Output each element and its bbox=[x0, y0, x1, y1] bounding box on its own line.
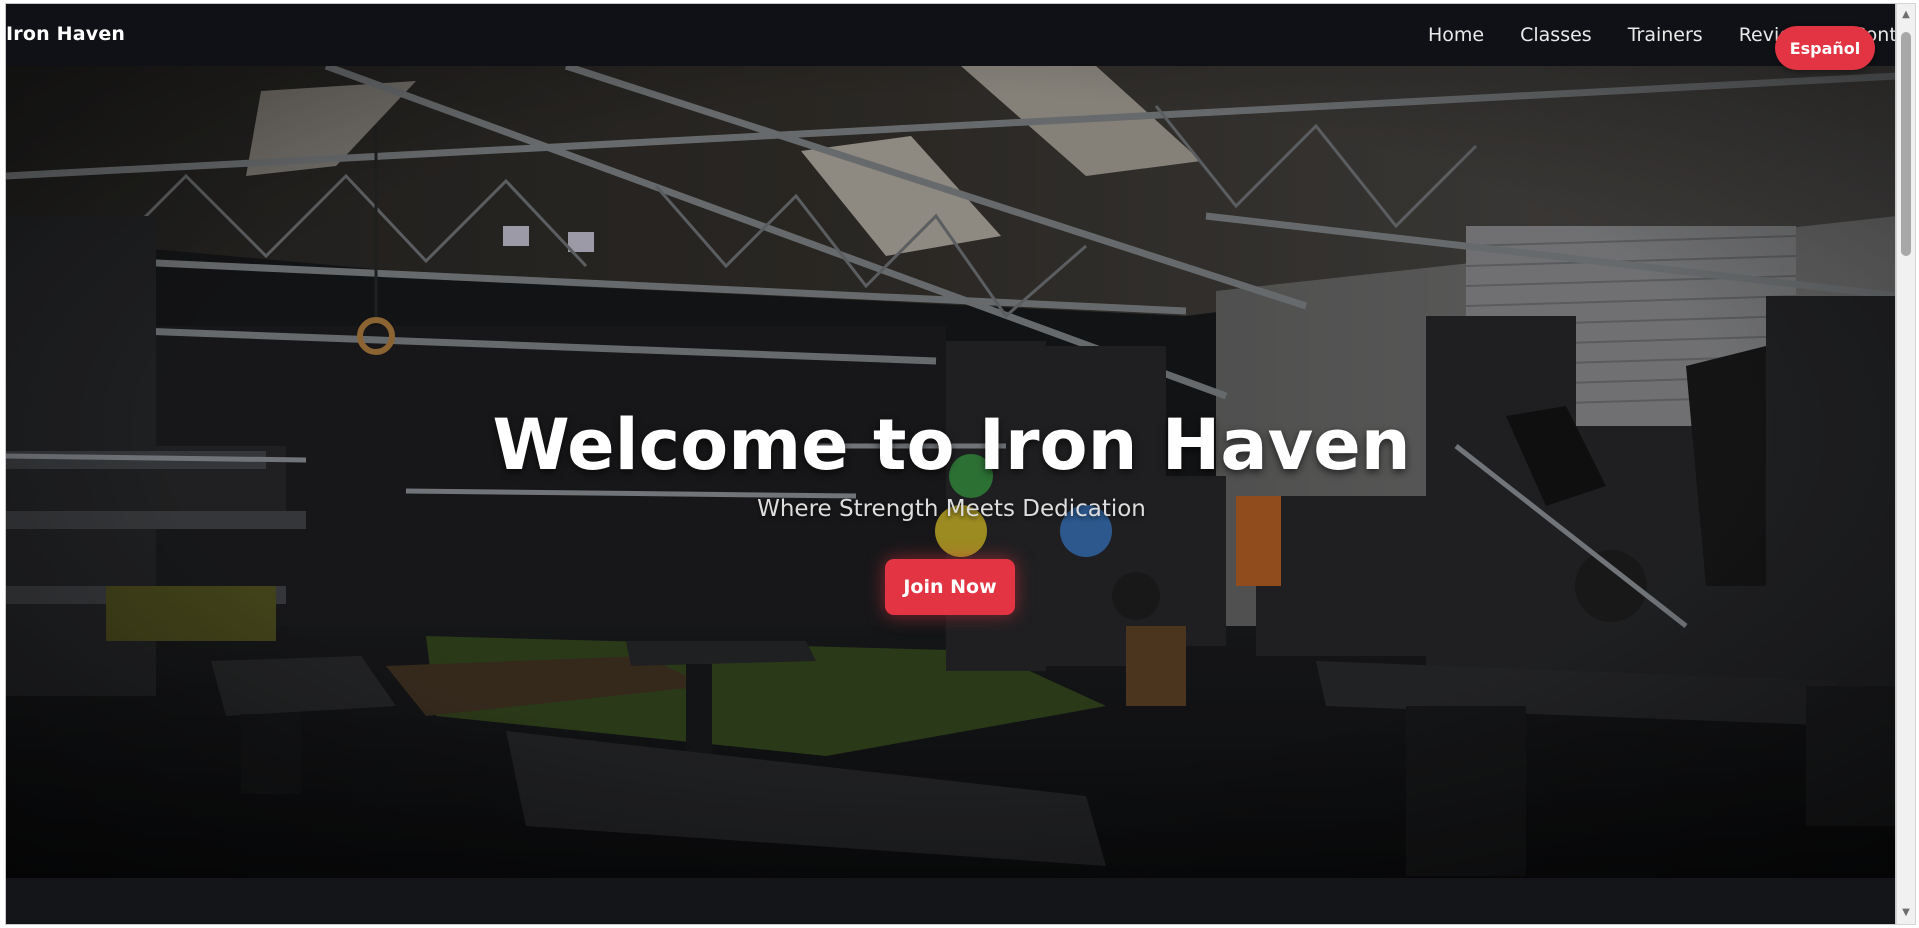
hero-title: Welcome to Iron Haven bbox=[492, 404, 1411, 486]
hero-content: Welcome to Iron Haven Where Strength Mee… bbox=[6, 66, 1895, 878]
brand-logo[interactable]: Iron Haven bbox=[6, 23, 125, 45]
language-toggle-button[interactable]: Español bbox=[1775, 26, 1875, 70]
navbar: Iron Haven Home Classes Trainers Reviews… bbox=[6, 4, 1895, 66]
scrollbar-thumb[interactable] bbox=[1901, 32, 1911, 256]
hero-subtitle: Where Strength Meets Dedication bbox=[757, 496, 1146, 522]
scroll-down-arrow-icon[interactable]: ▼ bbox=[1897, 904, 1915, 922]
nav-link-home[interactable]: Home bbox=[1428, 24, 1484, 46]
browser-viewport: Iron Haven Home Classes Trainers Reviews… bbox=[5, 3, 1896, 925]
nav-link-trainers[interactable]: Trainers bbox=[1628, 24, 1703, 46]
nav-link-classes[interactable]: Classes bbox=[1520, 24, 1592, 46]
join-now-button[interactable]: Join Now bbox=[885, 559, 1015, 615]
page-scrollbar[interactable]: ▲ ▼ bbox=[1896, 3, 1916, 925]
scroll-up-arrow-icon[interactable]: ▲ bbox=[1897, 6, 1915, 24]
page-bottom-strip bbox=[6, 878, 1895, 924]
hero-section: Welcome to Iron Haven Where Strength Mee… bbox=[6, 66, 1895, 878]
